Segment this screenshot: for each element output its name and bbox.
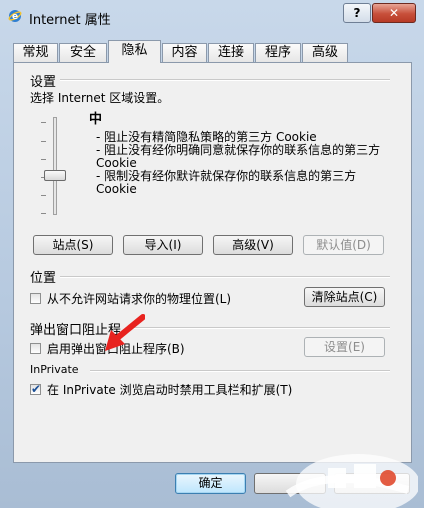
location-heading: 位置: [30, 271, 57, 286]
slider-tick: [41, 159, 46, 160]
slider-tick: [41, 195, 46, 196]
inprivate-checkbox-label: 在 InPrivate 浏览启动时禁用工具栏和扩展(T): [47, 383, 293, 397]
annotation-arrow-icon: [105, 314, 145, 351]
slider-tick: [41, 122, 46, 123]
privacy-level-description: - 阻止没有精简隐私策略的第三方 Cookie - 阻止没有经你明确同意就保存你…: [96, 131, 381, 196]
inprivate-divider: [90, 370, 390, 372]
tab-general[interactable]: 常规: [13, 43, 58, 62]
close-icon: ✕: [388, 6, 400, 20]
tab-security[interactable]: 安全: [59, 43, 107, 62]
internet-options-window: e Internet 属性 ? ✕ 常规 安全 隐私 内容 连接 程序 高级 设…: [0, 0, 424, 508]
location-divider: [60, 276, 390, 278]
popup-blocker-checkbox[interactable]: [30, 343, 41, 354]
close-button[interactable]: ✕: [372, 3, 416, 23]
internet-explorer-icon: e: [8, 10, 22, 22]
location-checkbox-row[interactable]: 从不允许网站请求你的物理位置(L): [30, 290, 231, 307]
tab-privacy[interactable]: 隐私: [108, 40, 161, 63]
clear-sites-button[interactable]: 清除站点(C): [304, 287, 385, 307]
privacy-level-slider[interactable]: [53, 117, 57, 215]
popup-settings-button[interactable]: 设置(E): [304, 337, 385, 357]
settings-instruction: 选择 Internet 区域设置。: [30, 91, 170, 105]
window-title: Internet 属性: [29, 13, 111, 28]
inprivate-checkbox[interactable]: ✔: [30, 382, 42, 396]
settings-heading: 设置: [30, 75, 57, 90]
sites-button[interactable]: 站点(S): [33, 235, 113, 255]
checkmark-icon: ✔: [31, 382, 42, 396]
privacy-slider-thumb[interactable]: [44, 170, 66, 181]
watermark-logo-icon: [285, 454, 418, 508]
popup-divider: [130, 327, 390, 329]
help-icon: ?: [353, 6, 361, 20]
description-line: - 限制没有经你默许就保存你的联系信息的第三方 Cookie: [96, 169, 357, 196]
help-button[interactable]: ?: [343, 3, 371, 23]
tab-programs[interactable]: 程序: [255, 43, 301, 62]
inprivate-checkbox-row[interactable]: ✔ 在 InPrivate 浏览启动时禁用工具栏和扩展(T): [30, 381, 292, 398]
inprivate-heading: InPrivate: [30, 363, 79, 376]
advanced-button[interactable]: 高级(V): [213, 235, 293, 255]
svg-text:e: e: [12, 12, 18, 22]
tab-content[interactable]: 内容: [162, 43, 207, 62]
title-bar[interactable]: e Internet 属性 ? ✕: [0, 0, 424, 34]
tab-connections[interactable]: 连接: [208, 43, 254, 62]
location-checkbox[interactable]: [30, 293, 41, 304]
privacy-tab-panel: [13, 62, 412, 463]
ok-button[interactable]: 确定: [175, 473, 246, 494]
import-button[interactable]: 导入(I): [123, 235, 203, 255]
settings-divider: [60, 79, 390, 81]
privacy-level-name: 中: [89, 112, 103, 127]
default-button[interactable]: 默认值(D): [303, 235, 384, 255]
description-line: - 阻止没有经你明确同意就保存你的联系信息的第三方 Cookie: [96, 143, 381, 170]
slider-tick: [41, 213, 46, 214]
location-checkbox-label: 从不允许网站请求你的物理位置(L): [47, 292, 232, 306]
slider-tick: [41, 141, 46, 142]
tab-advanced[interactable]: 高级: [302, 43, 348, 62]
